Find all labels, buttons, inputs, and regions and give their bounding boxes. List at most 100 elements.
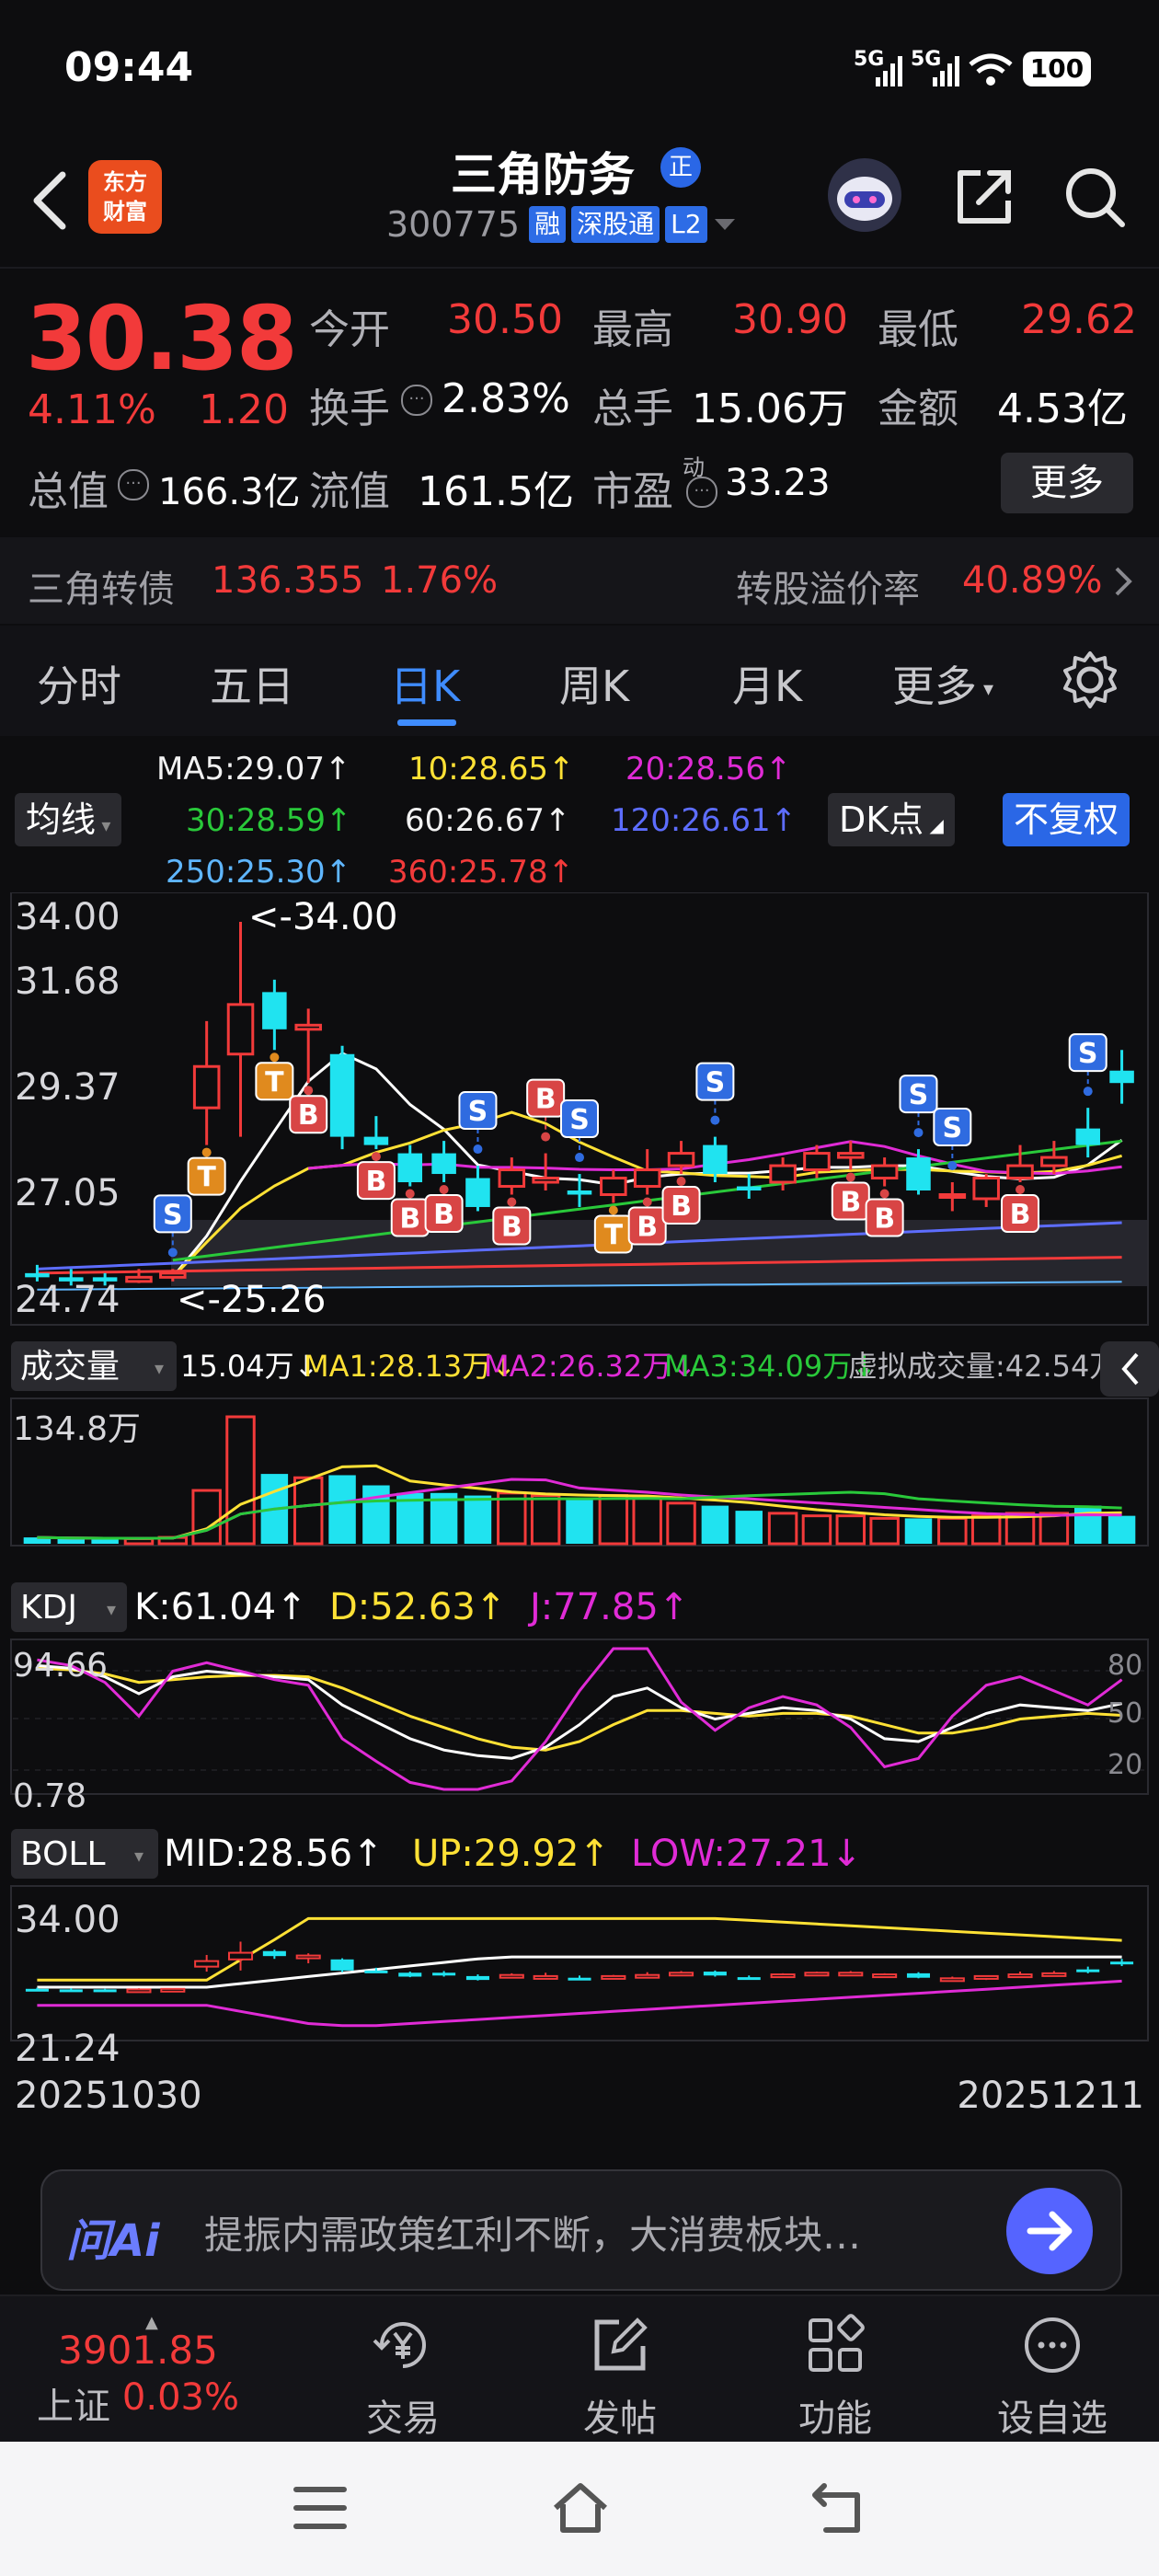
tab-weekly-k[interactable]: 周K <box>559 653 629 714</box>
ma-type-selector[interactable]: 均线 ▾ <box>15 793 122 846</box>
candle-body <box>1109 1070 1134 1084</box>
nav-add-watchlist[interactable]: 设自选 <box>979 2313 1126 2442</box>
ma250-label: 250:25.30↑ <box>166 854 352 891</box>
candle-body <box>329 1053 355 1137</box>
index-quote[interactable]: ▲ 3901.85 上证 0.03% <box>37 2313 239 2430</box>
stock-header: 东方 财富 三角防务 正 300775 融 深股通 L2 <box>0 138 1159 269</box>
signal-marker-label: B <box>840 1187 861 1219</box>
tab-daily-k[interactable]: 日K <box>390 653 460 714</box>
collapse-panel-button[interactable] <box>1100 1341 1159 1397</box>
tag-level2: L2 <box>665 206 707 243</box>
edit-icon <box>594 2317 648 2371</box>
candle-body <box>532 1177 559 1184</box>
nav-trade[interactable]: 交易 <box>329 2313 476 2442</box>
boll-candle-body <box>1007 1973 1033 1979</box>
menu-icon[interactable] <box>291 2482 350 2534</box>
boll-up: UP:29.92↑ <box>412 1833 610 1875</box>
stock-code-row[interactable]: 300775 融 深股通 L2 <box>386 204 737 245</box>
nav-post[interactable]: 发帖 <box>546 2313 694 2442</box>
candle-body <box>600 1177 627 1197</box>
candle-body <box>938 1193 967 1200</box>
volume-bar <box>801 1514 832 1546</box>
ai-prompt-text: 提振内需政策红利不断，大消费板块… <box>204 2213 862 2258</box>
kdj-d: D:52.63↑ <box>329 1586 506 1628</box>
back-arrow-icon[interactable] <box>20 164 85 237</box>
volume-bar <box>328 1475 356 1544</box>
app-logo[interactable]: 东方 财富 <box>88 160 162 234</box>
volume-bar <box>497 1491 527 1546</box>
tab-monthly-k[interactable]: 月K <box>732 653 802 714</box>
name-badge: 正 <box>660 147 701 188</box>
signal-marker-dot <box>710 1115 720 1125</box>
gear-icon[interactable] <box>1058 648 1122 712</box>
index-pct: 0.03% <box>121 2376 239 2419</box>
volume-bar <box>225 1415 256 1546</box>
signal-marker-dot <box>879 1189 889 1199</box>
more-button[interactable]: 更多 <box>1001 453 1133 513</box>
date-axis: 20251030 20251211 <box>0 2075 1159 2130</box>
signal-marker-dot <box>676 1177 686 1187</box>
ma5-label: MA5:29.07↑ <box>156 751 351 788</box>
min-price-label: <-25.26 <box>177 1279 326 1321</box>
dk-point-label: DK点 <box>839 799 924 840</box>
signal-marker-label: S <box>468 1096 488 1128</box>
candle-body <box>294 1023 322 1031</box>
back-icon[interactable] <box>808 2478 872 2537</box>
volume-label: 总手 <box>592 385 673 432</box>
boll-candle-body <box>703 1972 727 1976</box>
volume-bar <box>566 1498 593 1544</box>
active-tab-indicator <box>397 719 456 726</box>
signal-marker-dot <box>473 1144 483 1155</box>
boll-candle-body <box>872 1973 898 1979</box>
bond-name: 三角转债 <box>28 569 175 611</box>
boll-candle-body <box>160 1987 186 1993</box>
nav-function[interactable]: 功能 <box>762 2313 909 2442</box>
signal-marker-label: B <box>874 1203 895 1236</box>
signal-marker-label: B <box>637 1212 658 1244</box>
signal-marker-dot <box>1083 1087 1093 1097</box>
home-icon[interactable] <box>548 2478 613 2537</box>
chevron-right-icon <box>1115 567 1132 596</box>
boll-low: LOW:27.21↓ <box>631 1833 862 1875</box>
tab-intraday[interactable]: 分时 <box>37 653 121 714</box>
boll-candle-body <box>59 1989 83 1993</box>
ai-ask-bar[interactable]: 问Ai 提振内需政策红利不断，大消费板块… <box>40 2169 1122 2291</box>
signal-marker-label: T <box>604 1219 624 1251</box>
no-adjust-toggle[interactable]: 不复权 <box>1003 793 1130 846</box>
boll-candle-body <box>737 1977 761 1981</box>
battery-icon: 100 <box>1023 52 1091 86</box>
dk-point-selector[interactable]: DK点 ◢ <box>828 793 955 846</box>
info-icon[interactable]: ··· <box>118 469 149 500</box>
boll-candle-body <box>906 1972 931 1978</box>
pe-value: 33.23 <box>725 462 831 504</box>
candle-body <box>465 1178 490 1207</box>
premium-value: 40.89% <box>962 559 1103 602</box>
chevron-down-icon: ▾ <box>107 1598 116 1620</box>
signal-marker-label: B <box>433 1199 454 1231</box>
ai-robot-icon[interactable] <box>828 158 901 232</box>
ma-type-label: 均线 <box>26 799 97 840</box>
tab-more-label: 更多 <box>892 661 977 711</box>
bond-pct: 1.76% <box>381 559 499 602</box>
search-icon[interactable] <box>1058 160 1131 234</box>
candle-body <box>192 1064 221 1110</box>
kline-chart[interactable]: STTBBB BSBBST BBSBBSSBS 34.00 31.68 29.37 … <box>0 892 1159 2075</box>
stock-name[interactable]: 三角防务 <box>451 138 635 204</box>
arrow-right-icon <box>1027 2211 1073 2251</box>
period-tabs: 分时 五日 日K 周K 月K 更多 ▾ <box>0 626 1159 736</box>
end-date: 20251211 <box>957 2075 1144 2117</box>
tab-more[interactable]: 更多 ▾ <box>892 653 993 714</box>
convertible-bond-row[interactable]: 三角转债 136.355 1.76% 转股溢价率 40.89% <box>0 537 1159 624</box>
signal-marker-label: S <box>569 1104 590 1136</box>
boll-selector-label: BOLL <box>20 1835 106 1873</box>
signal-marker-dot <box>541 1132 551 1142</box>
ai-submit-button[interactable] <box>1006 2188 1093 2274</box>
kline-y-label: 31.68 <box>15 960 120 1003</box>
signal-marker-dot <box>1016 1185 1026 1195</box>
info-icon[interactable]: ··· <box>401 385 432 416</box>
tab-five-day[interactable]: 五日 <box>210 653 294 714</box>
mktcap-value: 166.3亿 <box>158 471 301 513</box>
info-icon[interactable]: ··· <box>686 477 717 508</box>
share-icon[interactable] <box>947 160 1021 234</box>
low-label: 最低 <box>878 306 958 353</box>
